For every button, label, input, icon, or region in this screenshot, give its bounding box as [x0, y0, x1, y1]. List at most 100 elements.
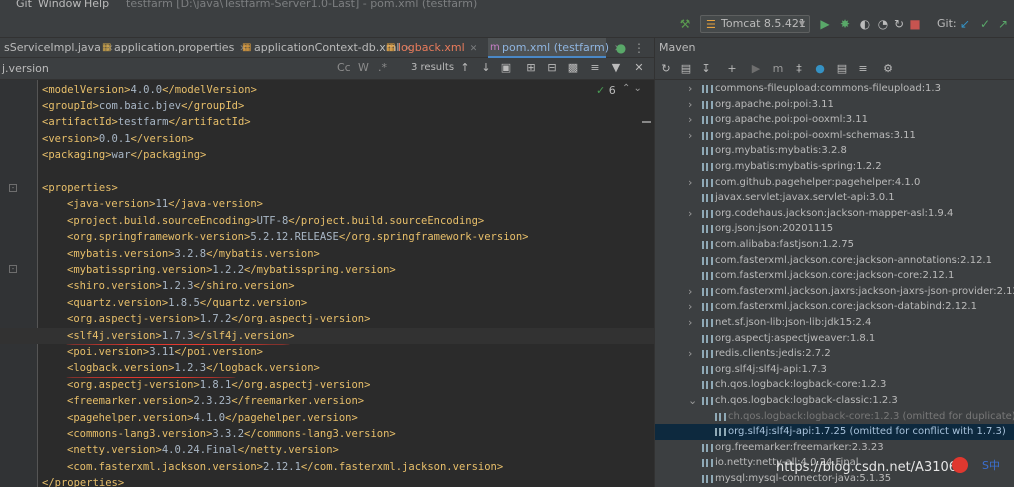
tab-serviceimpl[interactable]: sServiceImpl.java ✕ [0, 38, 113, 58]
previous-occurrence-icon[interactable]: ↑ [458, 61, 472, 75]
menu-git[interactable]: Git [16, 0, 32, 10]
menu-window[interactable]: Window [38, 0, 81, 10]
maven-dependency-label: javax.servlet:javax.servlet-api:3.0.1 [715, 192, 895, 204]
code-line: <org.springframework-version>5.2.12.RELE… [0, 229, 654, 245]
in-selection-icon[interactable]: ≡ [588, 61, 602, 75]
generate-sources-icon[interactable]: ▤ [679, 62, 693, 76]
chevron-right-icon[interactable]: › [688, 175, 692, 191]
tab-logback[interactable]: ▦ logback.xml ✕ [384, 38, 477, 58]
maven-dependency-label: ch.qos.logback:logback-classic:1.2.3 [715, 395, 898, 406]
chevron-right-icon[interactable]: › [688, 81, 692, 97]
maven-dependency-label: redis.clients:jedis:2.7.2 [715, 348, 831, 360]
show-dependencies-icon[interactable]: ▤ [835, 62, 849, 76]
search-input[interactable]: j.version [0, 60, 328, 78]
xml-close-tag: </logback.version> [206, 362, 320, 375]
maven-settings-icon[interactable]: ⚙ [881, 62, 895, 76]
chevron-down-icon[interactable]: ⌄ [688, 393, 697, 409]
code-line: <freemarker.version>2.3.23</freemarker.v… [0, 393, 654, 409]
tab-label: application.properties [114, 41, 235, 54]
maven-dependency-item[interactable]: › org.apache.poi:poi-ooxml-schemas:3.11 [655, 128, 1014, 144]
chevron-right-icon[interactable]: › [688, 128, 692, 144]
next-occurrence-icon[interactable]: ↓ [479, 61, 493, 75]
maven-dependency-item[interactable]: org.json:json:20201115 [655, 221, 1014, 237]
download-icon[interactable]: ↧ [699, 62, 713, 76]
maven-dependency-item[interactable]: org.aspectj:aspectjweaver:1.8.1 [655, 331, 1014, 347]
maven-dependency-item[interactable]: › org.codehaus.jackson:jackson-mapper-asl… [655, 206, 1014, 222]
xml-text: 5.2.12.RELEASE [250, 231, 339, 244]
git-commit-icon[interactable]: ✓ [978, 17, 992, 31]
tab-application-properties[interactable]: ▦ application.properties ✕ [100, 38, 247, 58]
library-icon [715, 412, 726, 421]
library-icon [702, 116, 713, 125]
maven-dependency-item[interactable]: › com.github.pagehelper:pagehelper:4.1.0 [655, 175, 1014, 191]
chevron-right-icon[interactable]: › [688, 112, 692, 128]
maven-dependency-item[interactable]: org.freemarker:freemarker:2.3.23 [655, 440, 1014, 456]
match-case-toggle[interactable]: Cc [337, 61, 351, 74]
debug-icon[interactable]: ✸ [838, 17, 852, 31]
xml-open-tag: <version> [42, 132, 99, 145]
reload-icon[interactable]: ↻ [659, 62, 673, 76]
chevron-right-icon[interactable]: › [688, 346, 692, 362]
maven-dependency-item[interactable]: org.slf4j:slf4j-api:1.7.3 [655, 362, 1014, 378]
maven-dependency-item[interactable]: com.alibaba:fastjson:1.2.75 [655, 237, 1014, 253]
watermark-text: https://blog.csdn.net/A3106 [776, 460, 958, 475]
tab-menu-icon[interactable]: ⋮ [632, 41, 646, 55]
maven-dependency-item[interactable]: › org.apache.poi:poi-ooxml:3.11 [655, 112, 1014, 128]
execute-goal-icon[interactable]: m [771, 62, 785, 76]
coverage-icon[interactable]: ◐ [858, 17, 872, 31]
maven-dependency-item[interactable]: com.fasterxml.jackson.core:jackson-annot… [655, 253, 1014, 269]
maven-dependency-item[interactable]: javax.servlet:javax.servlet-api:3.0.1 [655, 190, 1014, 206]
regex-toggle[interactable]: .* [378, 61, 387, 74]
xml-text: 2.3.23 [193, 395, 232, 408]
maven-panel: Maven ↻ ▤ ↧ + ▶ m ‡ ● ▤ ≡ ⚙ › commons-fil… [654, 38, 1014, 487]
filter-icon[interactable]: ▼ [609, 61, 623, 75]
xml-close-tag: </commons-lang3.version> [244, 427, 396, 440]
maven-dependency-item[interactable]: ch.qos.logback:logback-core:1.2.3 (omitt… [655, 409, 1014, 425]
chevron-right-icon[interactable]: › [688, 206, 692, 222]
add-icon[interactable]: + [725, 62, 739, 76]
maven-dependency-item[interactable]: com.fasterxml.jackson.core:jackson-core:… [655, 268, 1014, 284]
collapse-all-icon[interactable]: ≡ [856, 62, 870, 76]
tab-pom[interactable]: m pom.xml (testfarm) ✕ [488, 38, 622, 58]
run-icon[interactable]: ▶ [818, 17, 832, 31]
remove-selection-icon[interactable]: ⊟ [545, 61, 559, 75]
run-maven-icon[interactable]: ▶ [749, 62, 763, 76]
maven-dependency-item[interactable]: org.slf4j:slf4j-api:1.7.25 (omitted for … [655, 424, 1014, 440]
select-all-occurrences-icon[interactable]: ▣ [499, 61, 513, 75]
maven-dependency-item[interactable]: org.mybatis:mybatis-spring:1.2.2 [655, 159, 1014, 175]
library-icon [702, 303, 713, 312]
xml-open-tag: <java-version> [67, 198, 156, 211]
maven-dependency-item[interactable]: › net.sf.json-lib:json-lib:jdk15:2.4 [655, 315, 1014, 331]
maven-dependency-item[interactable]: › redis.clients:jedis:2.7.2 [655, 346, 1014, 362]
chevron-right-icon[interactable]: › [688, 284, 692, 300]
add-selection-icon[interactable]: ⊞ [524, 61, 538, 75]
close-icon[interactable]: ✕ [470, 44, 478, 54]
update-icon[interactable]: ↻ [892, 17, 906, 31]
xml-open-tag: <groupId> [42, 99, 99, 112]
maven-dependency-item[interactable]: ch.qos.logback:logback-core:1.2.3 [655, 377, 1014, 393]
maven-dependency-item[interactable]: ⌄ ch.qos.logback:logback-classic:1.2.3 [655, 393, 1014, 409]
maven-dependency-item[interactable]: org.mybatis:mybatis:3.2.8 [655, 143, 1014, 159]
menu-help[interactable]: Help [84, 0, 109, 10]
profile-icon[interactable]: ◔ [876, 17, 890, 31]
git-update-icon[interactable]: ↙ [958, 17, 972, 31]
toggle-offline-icon[interactable]: ‡ [792, 62, 806, 76]
run-configuration-select[interactable]: ☰ Tomcat 8.5.421 ▼ [700, 15, 810, 33]
maven-dependency-item[interactable]: › com.fasterxml.jackson.jaxrs:jackson-jax… [655, 284, 1014, 300]
chevron-right-icon[interactable]: › [688, 315, 692, 331]
build-hammer-icon[interactable]: ⚒ [678, 17, 692, 31]
select-all-icon[interactable]: ▩ [566, 61, 580, 75]
maven-dependency-label: org.freemarker:freemarker:2.3.23 [715, 441, 884, 453]
whole-word-toggle[interactable]: W [358, 61, 369, 74]
chevron-right-icon[interactable]: › [688, 299, 692, 315]
maven-dependency-item[interactable]: › com.fasterxml.jackson.core:jackson-data… [655, 299, 1014, 315]
close-search-icon[interactable]: ✕ [632, 61, 646, 75]
chevron-right-icon[interactable]: › [688, 97, 692, 113]
git-push-icon[interactable]: ↗ [996, 17, 1010, 31]
xml-file-icon: ▦ [242, 42, 252, 53]
maven-dependency-item[interactable]: › org.apache.poi:poi:3.11 [655, 97, 1014, 113]
maven-dependency-item[interactable]: › commons-fileupload:commons-fileupload:1… [655, 81, 1014, 97]
stop-icon[interactable]: ■ [908, 17, 922, 31]
code-editor[interactable]: ● ✓ 6 ⌃ ⌄ - - <modelVersion>4.0.0</model… [0, 80, 654, 487]
skip-tests-icon[interactable]: ● [813, 62, 827, 76]
